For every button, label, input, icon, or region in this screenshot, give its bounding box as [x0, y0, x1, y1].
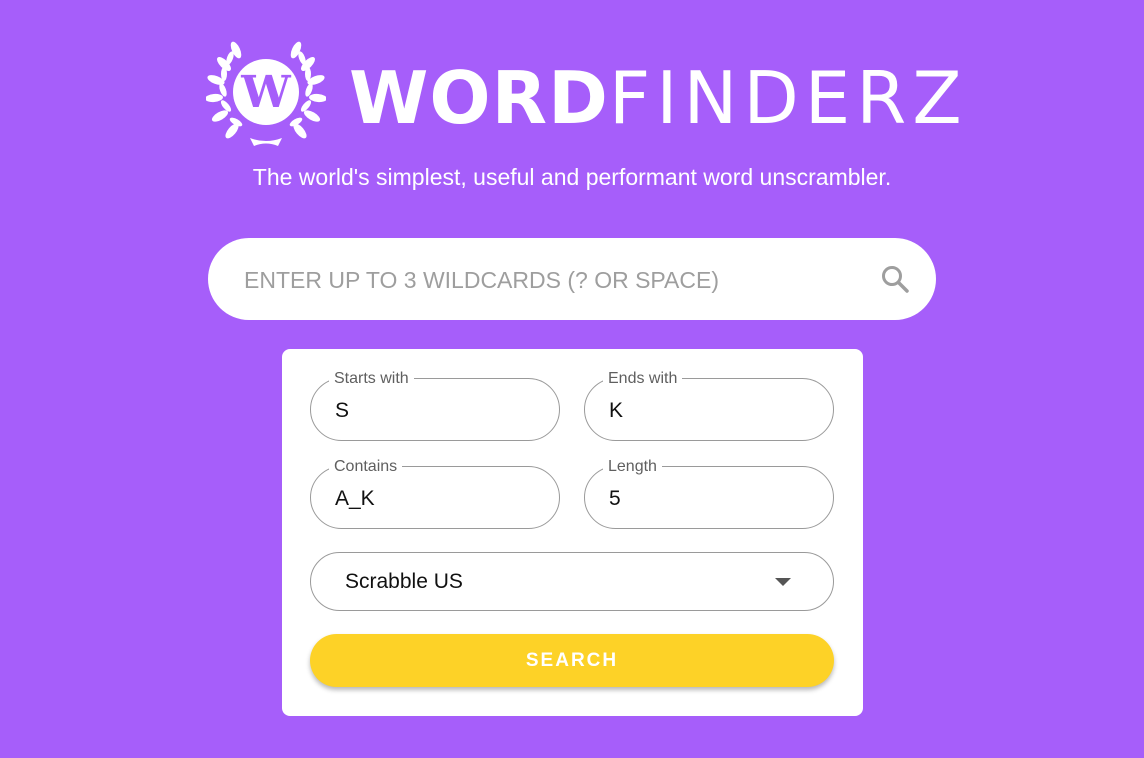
length-field: Length: [584, 458, 834, 529]
wordmark-word: WORD: [349, 56, 609, 140]
dictionary-select[interactable]: Scrabble US: [310, 552, 834, 611]
tagline: The world's simplest, useful and perform…: [252, 164, 892, 190]
dictionary-selected-value: Scrabble US: [345, 570, 463, 593]
ends-with-input[interactable]: [607, 393, 811, 429]
wordmark-finderz: FINDERZ: [608, 56, 968, 140]
starts-with-input[interactable]: [333, 393, 537, 429]
search-icon[interactable]: [880, 264, 910, 294]
length-input[interactable]: [607, 481, 811, 517]
ends-with-label: Ends with: [603, 370, 683, 388]
ends-with-field: Ends with: [584, 370, 834, 441]
filter-panel: Starts with Ends with Contains Length Sc…: [282, 349, 863, 716]
svg-text:W: W: [240, 67, 291, 118]
wordmark: WORD FINDERZ: [349, 48, 968, 148]
search-input[interactable]: [242, 238, 866, 322]
search-bar: [208, 238, 936, 322]
search-button[interactable]: SEARCH: [310, 634, 834, 687]
length-label: Length: [603, 458, 662, 476]
contains-input[interactable]: [333, 481, 537, 517]
starts-with-field: Starts with: [310, 370, 560, 441]
site-logo[interactable]: W WORD FINDERZ: [206, 38, 962, 150]
contains-label: Contains: [329, 458, 403, 476]
contains-field: Contains: [310, 458, 560, 529]
laurel-wreath-icon: W: [206, 41, 326, 146]
starts-with-label: Starts with: [329, 370, 414, 388]
dropdown-arrow-icon: [775, 578, 791, 586]
